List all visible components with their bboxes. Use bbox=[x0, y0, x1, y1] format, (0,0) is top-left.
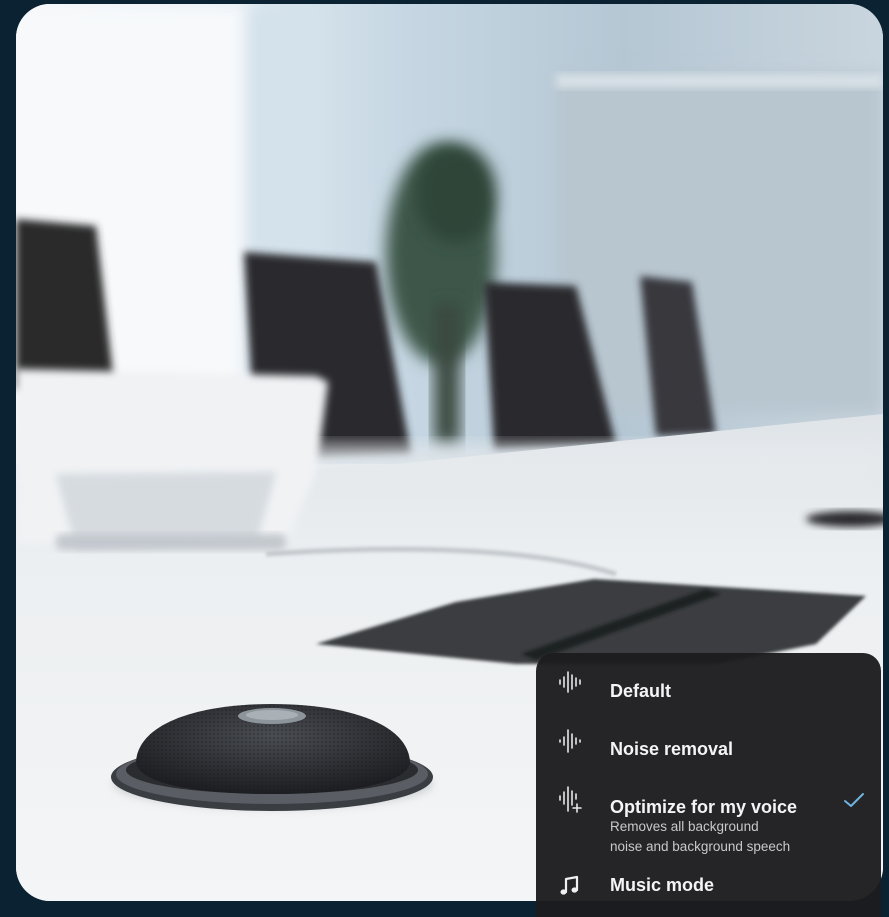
menu-item-music-mode[interactable]: Music mode bbox=[536, 867, 881, 907]
menu-item-optimize-for-my-voice[interactable]: Optimize for my voice Removes all backgr… bbox=[536, 781, 881, 857]
checkmark-icon bbox=[844, 793, 864, 807]
menu-item-label: Optimize for my voice bbox=[610, 797, 798, 817]
music-note-icon bbox=[560, 875, 579, 895]
menu-item-default[interactable]: Default bbox=[536, 665, 881, 705]
waveform-icon bbox=[559, 671, 581, 693]
description-line-1: Removes all background bbox=[610, 819, 759, 834]
noise-removal-icon bbox=[559, 729, 581, 753]
menu-item-label: Default bbox=[610, 681, 672, 701]
menu-item-label: Music mode bbox=[610, 875, 715, 895]
description-line-2: noise and background speech bbox=[610, 839, 791, 854]
menu-item-description: Removes all background noise and backgro… bbox=[610, 817, 840, 857]
voice-optimize-icon bbox=[559, 786, 582, 813]
audio-mode-menu: Default Noise removal Optimize for my vo… bbox=[536, 653, 881, 917]
menu-item-label: Noise removal bbox=[610, 739, 734, 759]
menu-item-noise-removal[interactable]: Noise removal bbox=[536, 723, 881, 763]
